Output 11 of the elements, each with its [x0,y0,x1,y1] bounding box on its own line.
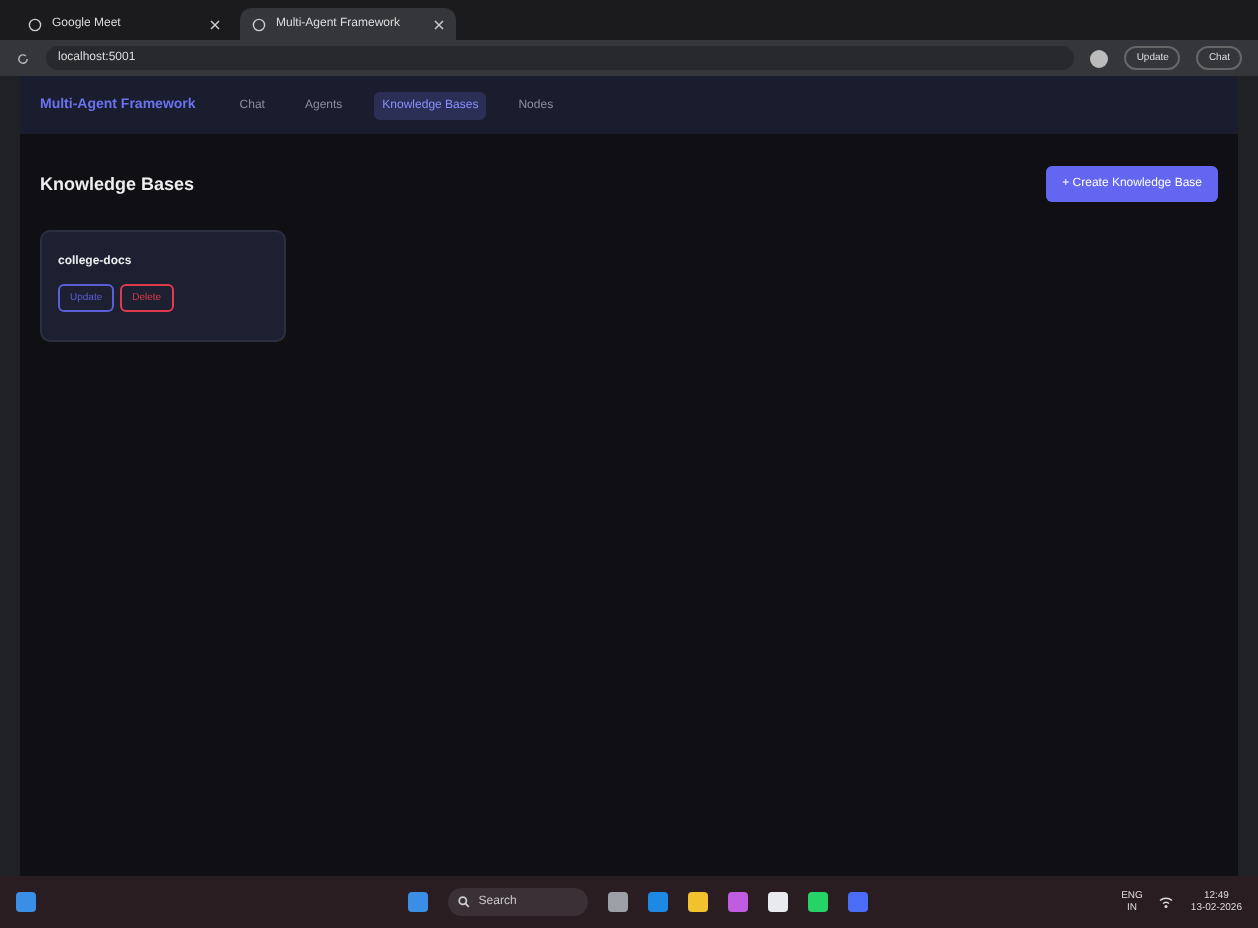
close-icon[interactable] [210,19,220,29]
search-icon [458,896,471,908]
taskbar-app-icon[interactable] [608,892,629,912]
close-icon[interactable] [434,19,444,29]
wifi-icon[interactable] [1158,896,1175,908]
taskbar-app-icon[interactable] [808,892,829,912]
app-icon[interactable] [16,892,36,912]
page-title: Knowledge Bases [40,174,195,194]
taskbar-app-icon[interactable] [768,892,789,912]
profile-icon[interactable] [1090,49,1109,67]
reload-icon[interactable] [16,51,30,65]
